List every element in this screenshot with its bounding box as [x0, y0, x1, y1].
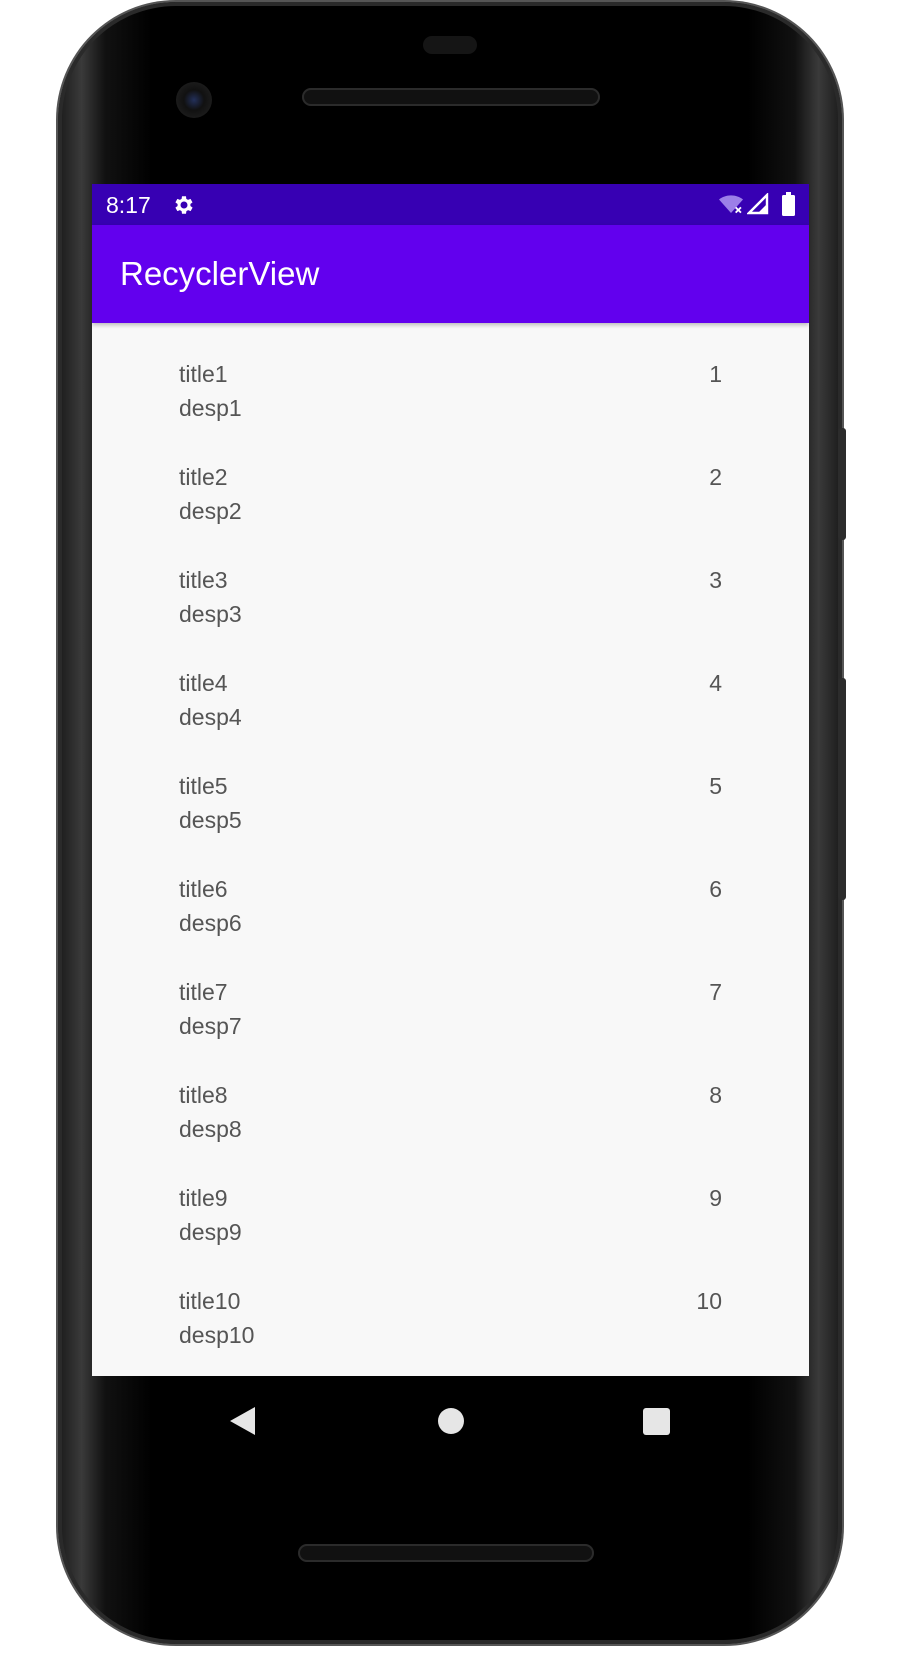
- item-description: desp3: [179, 601, 242, 627]
- power-button: [838, 428, 846, 540]
- screen: 8:17 RecyclerView title1 desp1 1 title2 …: [92, 184, 809, 1376]
- item-title: title2: [179, 464, 228, 490]
- item-number: 9: [709, 1185, 722, 1211]
- item-description: desp9: [179, 1219, 242, 1245]
- item-number: 2: [709, 464, 722, 490]
- item-title: title6: [179, 876, 228, 902]
- item-description: desp7: [179, 1013, 242, 1039]
- item-description: desp10: [179, 1322, 255, 1348]
- back-icon[interactable]: [228, 1406, 256, 1436]
- item-description: desp2: [179, 498, 242, 524]
- list-item[interactable]: title5 desp5 5: [92, 735, 809, 838]
- home-icon[interactable]: [438, 1408, 464, 1434]
- item-description: desp1: [179, 395, 242, 421]
- item-number: 10: [696, 1288, 722, 1314]
- list-item[interactable]: title4 desp4 4: [92, 632, 809, 735]
- list-item[interactable]: title3 desp3 3: [92, 529, 809, 632]
- signal-icon: [747, 193, 769, 215]
- item-number: 6: [709, 876, 722, 902]
- item-number: 5: [709, 773, 722, 799]
- item-title: title5: [179, 773, 228, 799]
- status-bar: 8:17: [92, 184, 809, 225]
- item-number: 8: [709, 1082, 722, 1108]
- item-description: desp4: [179, 704, 242, 730]
- list-item[interactable]: title7 desp7 7: [92, 941, 809, 1044]
- item-title: title7: [179, 979, 228, 1005]
- item-description: desp6: [179, 910, 242, 936]
- list-item[interactable]: title8 desp8 8: [92, 1044, 809, 1147]
- item-title: title9: [179, 1185, 228, 1211]
- earpiece-sensor: [423, 36, 477, 54]
- status-time: 8:17: [106, 192, 151, 218]
- item-title: title4: [179, 670, 228, 696]
- item-number: 7: [709, 979, 722, 1005]
- list-item[interactable]: title1 desp1 1: [92, 323, 809, 426]
- battery-icon: [782, 192, 795, 216]
- list-item[interactable]: title2 desp2 2: [92, 426, 809, 529]
- item-description: desp8: [179, 1116, 242, 1142]
- front-camera: [176, 82, 212, 118]
- bottom-speaker-grille: [298, 1544, 594, 1562]
- recycler-list[interactable]: title1 desp1 1 title2 desp2 2 title3 des…: [92, 323, 809, 1376]
- top-speaker-grille: [302, 88, 600, 106]
- recents-icon[interactable]: [643, 1408, 670, 1435]
- list-item[interactable]: title6 desp6 6: [92, 838, 809, 941]
- navigation-bar: [92, 1376, 809, 1466]
- app-bar: RecyclerView: [92, 225, 809, 323]
- wifi-off-icon: [719, 195, 743, 214]
- item-title: title10: [179, 1288, 241, 1314]
- item-title: title3: [179, 567, 228, 593]
- item-description: desp5: [179, 807, 242, 833]
- item-title: title8: [179, 1082, 228, 1108]
- list-item[interactable]: title10 desp10 10: [92, 1250, 809, 1353]
- gear-icon: [175, 196, 193, 214]
- list-item[interactable]: title9 desp9 9: [92, 1147, 809, 1250]
- item-title: title1: [179, 361, 228, 387]
- item-number: 1: [709, 361, 722, 387]
- item-number: 3: [709, 567, 722, 593]
- volume-button: [838, 678, 846, 900]
- app-title: RecyclerView: [120, 255, 320, 292]
- item-number: 4: [709, 670, 722, 696]
